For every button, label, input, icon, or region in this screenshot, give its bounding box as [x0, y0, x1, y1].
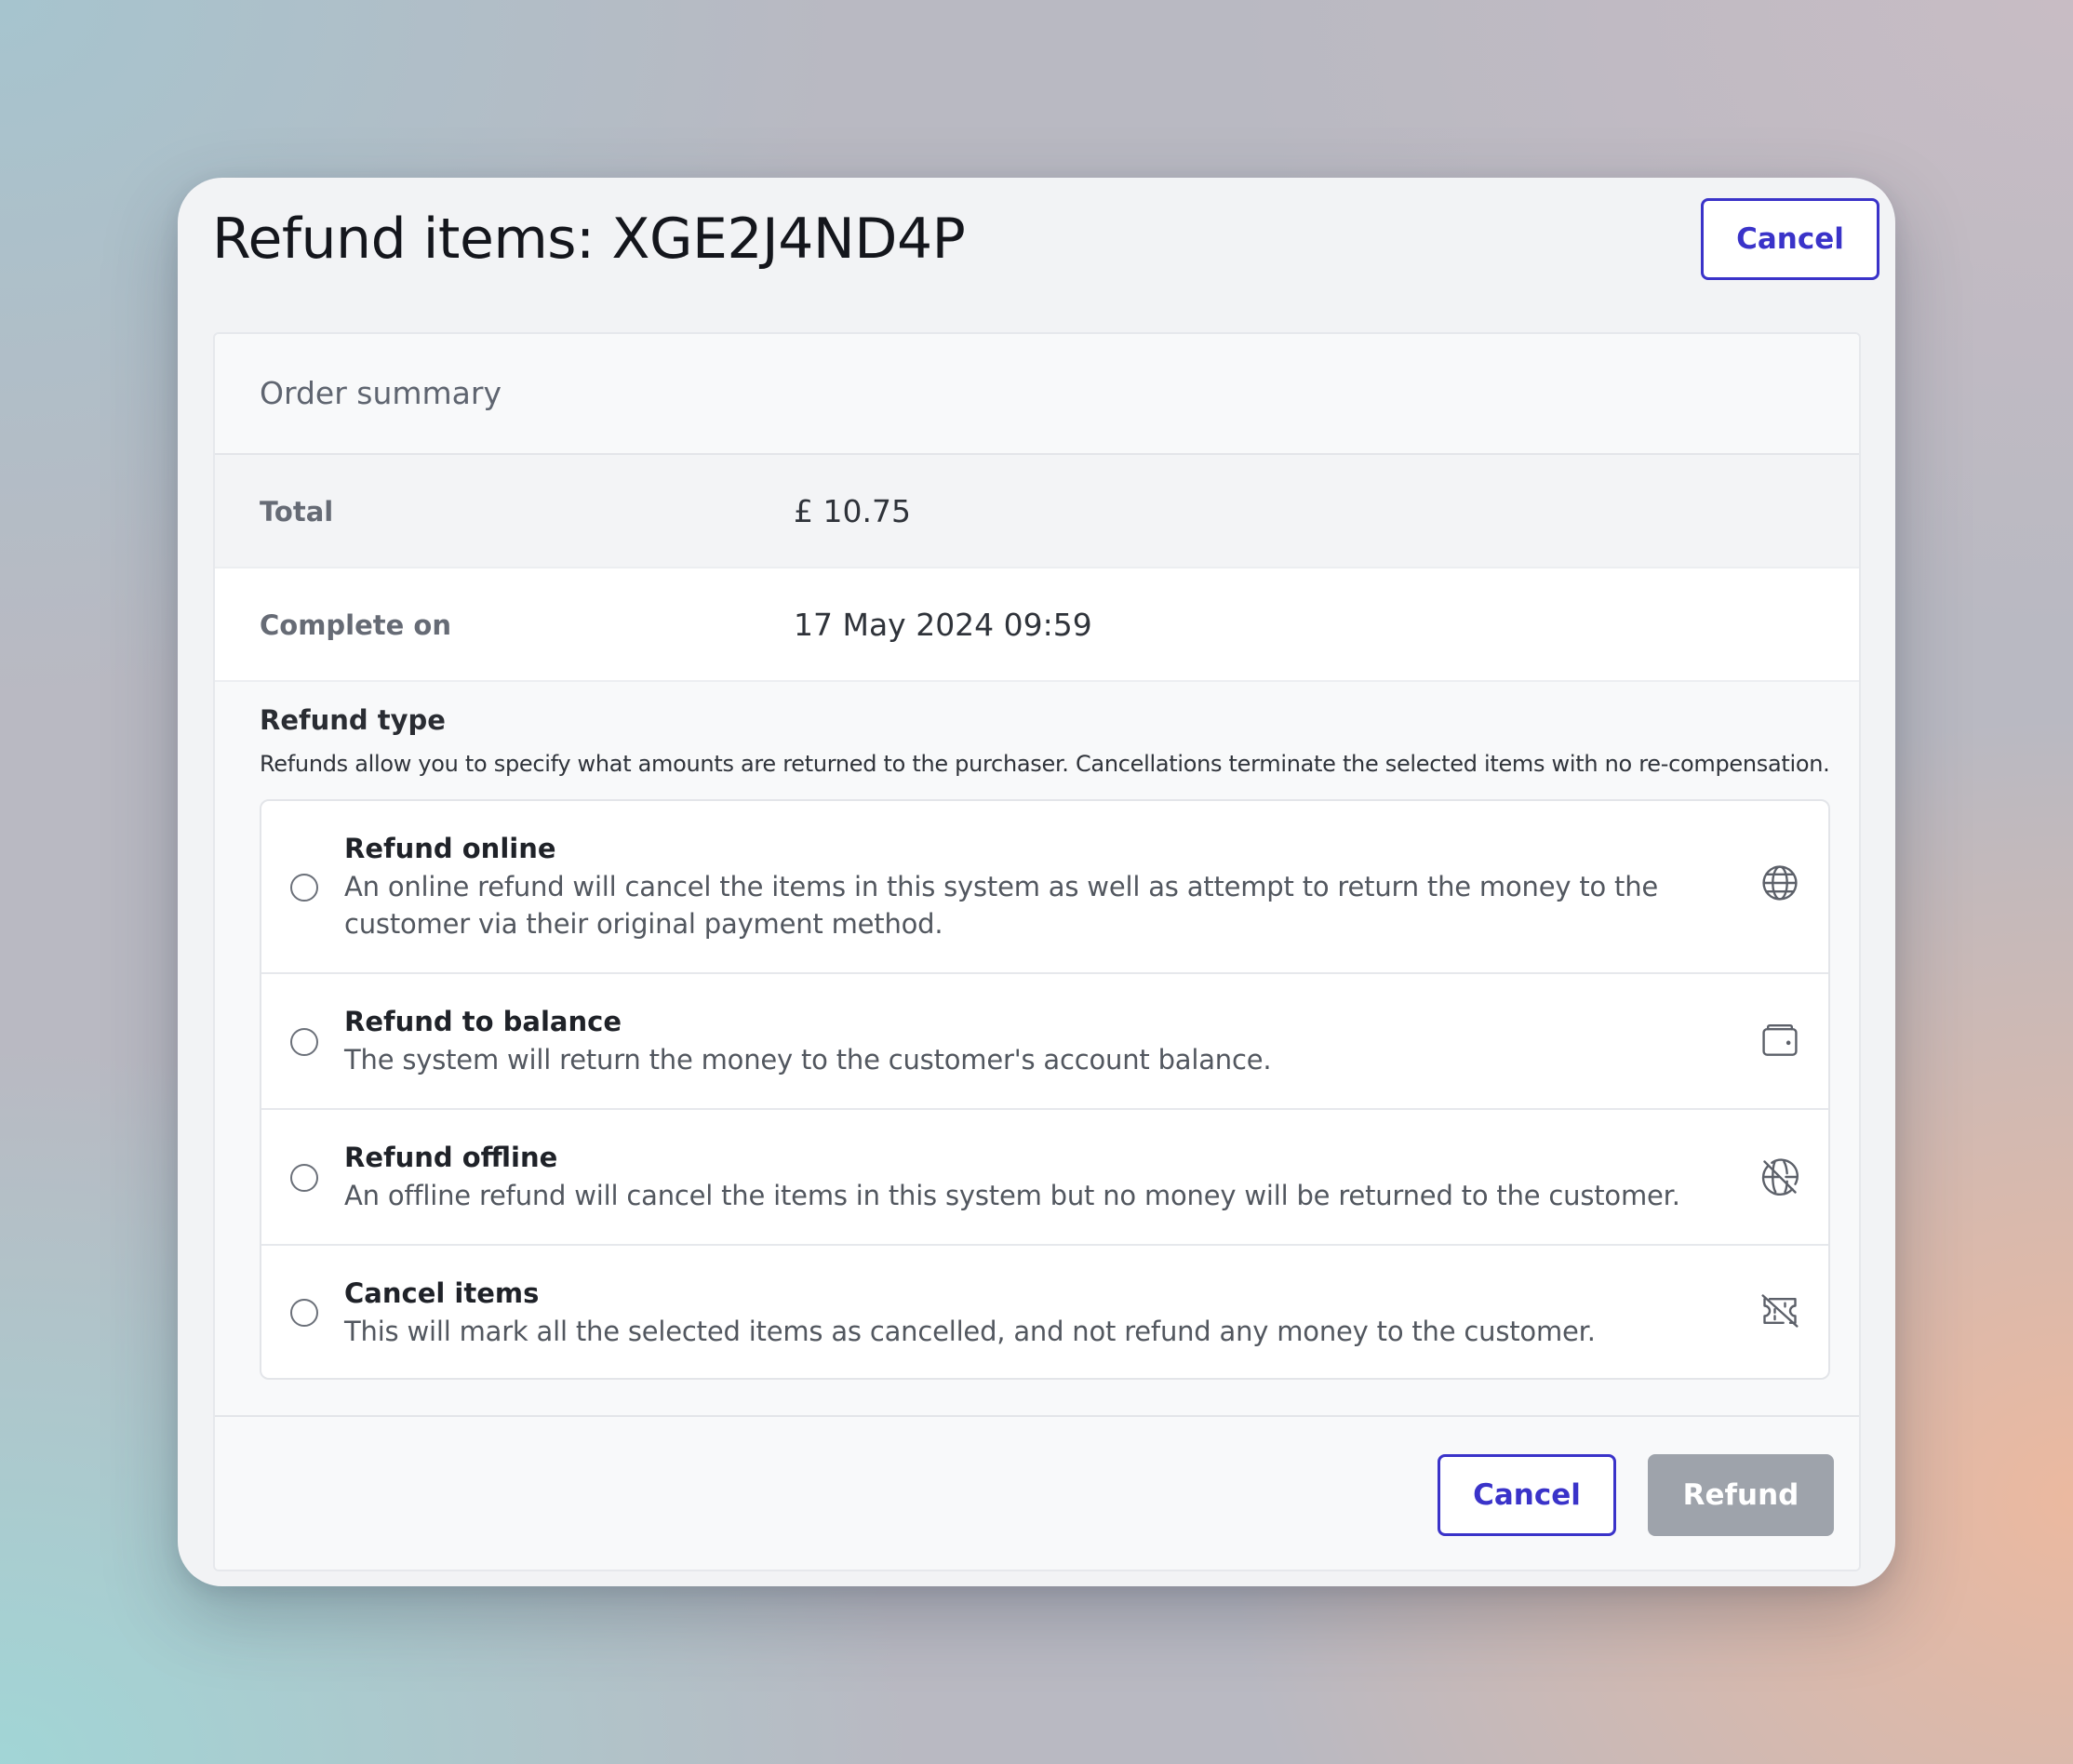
option-refund-online[interactable]: Refund online An online refund will canc…: [261, 801, 1828, 974]
option-title: Refund online: [344, 833, 556, 864]
globe-off-icon: [1759, 1156, 1800, 1197]
footer-cancel-button[interactable]: Cancel: [1438, 1454, 1616, 1536]
order-summary-title: Order summary: [260, 375, 502, 411]
option-cancel-items[interactable]: Cancel items This will mark all the sele…: [261, 1246, 1828, 1378]
option-refund-to-balance[interactable]: Refund to balance The system will return…: [261, 974, 1828, 1110]
option-description: This will mark all the selected items as…: [344, 1316, 1596, 1347]
modal-title: Refund items: XGE2J4ND4P: [212, 207, 966, 272]
refund-modal: Refund items: XGE2J4ND4P Cancel Order su…: [178, 178, 1895, 1586]
option-title: Refund offline: [344, 1142, 558, 1173]
option-description: The system will return the money to the …: [344, 1044, 1272, 1076]
option-title: Cancel items: [344, 1277, 540, 1309]
complete-on-label: Complete on: [260, 609, 451, 641]
modal-footer: Cancel Refund: [215, 1415, 1859, 1570]
refund-card: Order summary Total £ 10.75 Complete on …: [213, 332, 1861, 1571]
order-summary-header: Order summary: [215, 334, 1859, 455]
option-description: An online refund will cancel the items i…: [344, 871, 1659, 940]
total-label: Total: [260, 496, 334, 528]
option-description: An offline refund will cancel the items …: [344, 1180, 1680, 1211]
radio-refund-to-balance[interactable]: [290, 1028, 318, 1056]
refund-type-options: Refund online An online refund will canc…: [260, 799, 1830, 1380]
globe-icon: [1759, 862, 1800, 903]
refund-type-description: Refunds allow you to specify what amount…: [260, 751, 1830, 777]
option-refund-offline[interactable]: Refund offline An offline refund will ca…: [261, 1110, 1828, 1246]
complete-on-value: 17 May 2024 09:59: [794, 607, 1092, 643]
total-value: £ 10.75: [794, 493, 911, 529]
summary-row-complete-on: Complete on 17 May 2024 09:59: [215, 568, 1859, 682]
option-title: Refund to balance: [344, 1006, 622, 1037]
summary-row-total: Total £ 10.75: [215, 455, 1859, 568]
radio-refund-online[interactable]: [290, 874, 318, 902]
radio-refund-offline[interactable]: [290, 1164, 318, 1192]
refund-type-title: Refund type: [260, 704, 446, 736]
ticket-off-icon: [1759, 1290, 1800, 1331]
header-cancel-button[interactable]: Cancel: [1701, 198, 1879, 280]
radio-cancel-items[interactable]: [290, 1299, 318, 1327]
wallet-icon: [1759, 1021, 1800, 1062]
refund-button[interactable]: Refund: [1648, 1454, 1834, 1536]
